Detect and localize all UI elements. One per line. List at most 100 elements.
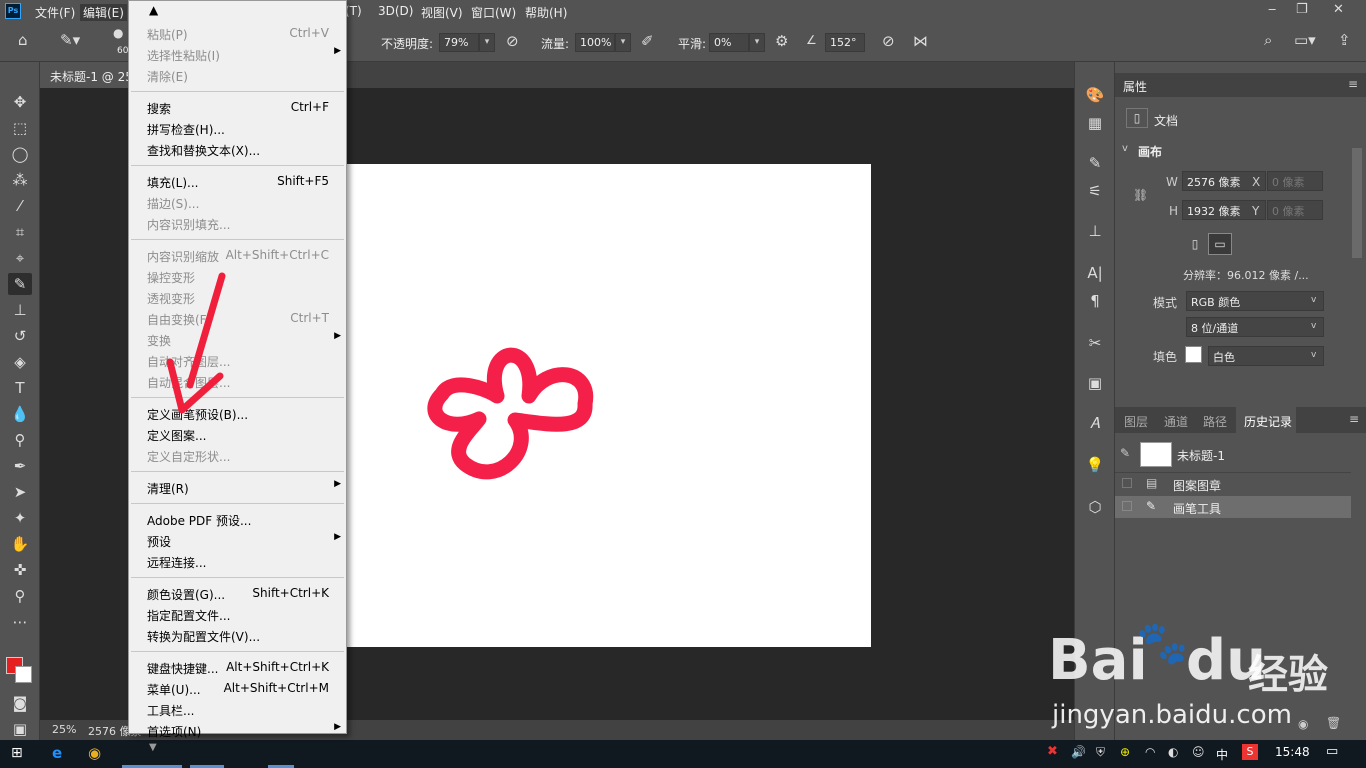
snapshot-label[interactable]: 未标题-1 xyxy=(1177,447,1225,464)
tab-paths[interactable]: 路径 xyxy=(1203,413,1227,430)
brush-tip-icon[interactable]: ● xyxy=(113,26,123,40)
quick-mask-icon[interactable]: ◙ xyxy=(8,692,32,714)
link-icon[interactable]: ⛓ xyxy=(1133,188,1148,202)
history-brush-source-icon[interactable]: ✎ xyxy=(1120,446,1130,460)
eyedropper-icon[interactable]: ⁄ xyxy=(8,195,32,217)
type-tool-icon[interactable]: T xyxy=(8,377,32,399)
tray-shield-icon[interactable]: ⛨ xyxy=(1096,745,1105,760)
portrait-icon[interactable]: ▯ xyxy=(1184,233,1206,255)
tray-app-icon[interactable]: ◐ xyxy=(1168,745,1178,759)
flow-input[interactable]: 100% xyxy=(575,33,615,52)
menu-item[interactable]: 指定配置文件... xyxy=(129,604,346,625)
marquee-tool-icon[interactable]: ⬚ xyxy=(8,117,32,139)
symmetry-icon[interactable]: ⋈ xyxy=(913,32,928,50)
fill-color-swatch[interactable] xyxy=(1185,346,1202,363)
smooth-dropdown[interactable]: ▾ xyxy=(749,33,765,52)
glyphs-icon[interactable]: 𝐴 xyxy=(1084,412,1106,434)
bitdepth-select[interactable]: 8 位/通道 xyxy=(1186,317,1324,337)
ime-indicator[interactable]: 中 xyxy=(1216,746,1228,763)
menu-view[interactable]: 视图(V) xyxy=(421,4,463,21)
tray-security-icon[interactable]: ✖ xyxy=(1047,744,1058,759)
ie-browser-icon[interactable]: e xyxy=(52,744,62,762)
mode-select[interactable]: RGB 颜色 xyxy=(1186,291,1324,311)
brush-preset-icon[interactable]: ✎▾ xyxy=(60,31,80,49)
adjustments-icon[interactable]: ⚟ xyxy=(1084,180,1106,202)
zoom-tool-icon[interactable]: ⚲ xyxy=(8,585,32,607)
scroll-up-icon[interactable]: ▲ xyxy=(149,3,158,17)
menu-item[interactable]: 菜单(U)... Alt+Shift+Ctrl+M xyxy=(129,678,346,699)
zoom-level[interactable]: 25% xyxy=(52,723,76,736)
qq-icon[interactable]: ☺ xyxy=(1192,745,1205,759)
chevron-down-icon[interactable]: v xyxy=(1122,143,1128,154)
menu-item[interactable]: 转换为配置文件(V)... xyxy=(129,625,346,646)
menu-item[interactable]: 预设 ▶ xyxy=(129,530,346,551)
x-input[interactable]: 0 像素 xyxy=(1267,171,1323,191)
lasso-tool-icon[interactable]: ◯ xyxy=(8,143,32,165)
smooth-input[interactable]: 0% xyxy=(709,33,749,52)
shape-tool-icon[interactable]: ✦ xyxy=(8,507,32,529)
snapshot-thumbnail[interactable] xyxy=(1140,442,1172,467)
menu-item[interactable]: Adobe PDF 预设... xyxy=(129,509,346,530)
rotate-view-icon[interactable]: ✜ xyxy=(8,559,32,581)
tab-channels[interactable]: 通道 xyxy=(1164,413,1188,430)
tools-settings-icon[interactable]: ✂ xyxy=(1084,332,1106,354)
chrome-icon[interactable]: ◉ xyxy=(88,744,101,762)
menu-filter[interactable]: (T) xyxy=(345,4,362,18)
blur-tool-icon[interactable]: 💧 xyxy=(8,403,32,425)
gear-icon[interactable]: ⚙ xyxy=(775,32,788,50)
workspace-icon[interactable]: ▭▾ xyxy=(1294,31,1316,49)
menu-item[interactable]: 填充(L)... Shift+F5 xyxy=(129,171,346,192)
history-checkbox[interactable] xyxy=(1122,478,1132,488)
airbrush-icon[interactable]: ✐ xyxy=(641,32,654,50)
3d-cube-icon[interactable]: ⬡ xyxy=(1084,496,1106,518)
tray-plus-icon[interactable]: ⊕ xyxy=(1120,745,1130,759)
hand-tool-icon[interactable]: ✋ xyxy=(8,533,32,555)
menu-item[interactable]: 搜索 Ctrl+F xyxy=(129,97,346,118)
magic-wand-icon[interactable]: ⁂ xyxy=(8,169,32,191)
minimize-icon[interactable]: ‒ xyxy=(1268,2,1276,17)
background-color-swatch[interactable] xyxy=(15,666,32,683)
history-checkbox[interactable] xyxy=(1122,501,1132,511)
crop-tool-icon[interactable]: ⌗ xyxy=(8,221,32,243)
pen-tool-icon[interactable]: ✒ xyxy=(8,455,32,477)
pressure-size-icon[interactable]: ⊘ xyxy=(882,32,895,50)
flow-dropdown[interactable]: ▾ xyxy=(615,33,631,52)
close-icon[interactable]: ✕ xyxy=(1333,2,1344,17)
paint-bucket-icon[interactable]: ◈ xyxy=(8,351,32,373)
document-tab[interactable]: 未标题-1 @ 25 xyxy=(40,62,140,88)
tab-history[interactable]: 历史记录 xyxy=(1244,413,1292,430)
menu-item[interactable]: 首选项(N) ▶ xyxy=(129,720,346,741)
menu-item[interactable]: 键盘快捷键... Alt+Shift+Ctrl+K xyxy=(129,657,346,678)
color-palette-icon[interactable]: 🎨 xyxy=(1084,84,1106,106)
clock[interactable]: 15:48 xyxy=(1275,745,1310,759)
learn-bulb-icon[interactable]: 💡 xyxy=(1084,454,1106,476)
brush-settings-icon[interactable]: ✎ xyxy=(1084,152,1106,174)
menu-3d[interactable]: 3D(D) xyxy=(378,4,413,18)
menu-window[interactable]: 窗口(W) xyxy=(471,4,516,21)
stamp-tool-icon[interactable]: ⊥ xyxy=(8,299,32,321)
wifi-icon[interactable]: ◠ xyxy=(1145,745,1155,759)
clone-source-icon[interactable]: ⊥ xyxy=(1084,220,1106,242)
menu-file[interactable]: 文件(F) xyxy=(35,4,75,21)
menu-item[interactable]: 查找和替换文本(X)... xyxy=(129,139,346,160)
canvas[interactable] xyxy=(347,164,871,647)
character-icon[interactable]: A| xyxy=(1084,262,1106,284)
volume-icon[interactable]: 🔊 xyxy=(1071,745,1086,759)
angle-input[interactable]: 152° xyxy=(825,33,865,52)
notification-icon[interactable]: ▭ xyxy=(1326,744,1338,759)
landscape-icon[interactable]: ▭ xyxy=(1208,233,1232,255)
history-row[interactable]: ▤ 图案图章 xyxy=(1115,472,1351,494)
home-icon[interactable]: ⌂ xyxy=(18,31,28,49)
sogou-icon[interactable]: S xyxy=(1242,744,1258,760)
menu-item[interactable]: 拼写检查(H)... xyxy=(129,118,346,139)
menu-item[interactable]: 清理(R) ▶ xyxy=(129,477,346,498)
fill-select[interactable]: 白色 xyxy=(1208,346,1324,366)
properties-scrollbar[interactable] xyxy=(1352,148,1362,258)
share-icon[interactable]: ⇪ xyxy=(1338,31,1351,49)
brush-tool-icon[interactable]: ✎ xyxy=(8,273,32,295)
history-brush-icon[interactable]: ↺ xyxy=(8,325,32,347)
paragraph-icon[interactable]: ¶ xyxy=(1084,290,1106,312)
windows-start-icon[interactable]: ⊞ xyxy=(11,745,23,761)
y-input[interactable]: 0 像素 xyxy=(1267,200,1323,220)
panel-menu-icon[interactable]: ≡ xyxy=(1349,412,1359,426)
